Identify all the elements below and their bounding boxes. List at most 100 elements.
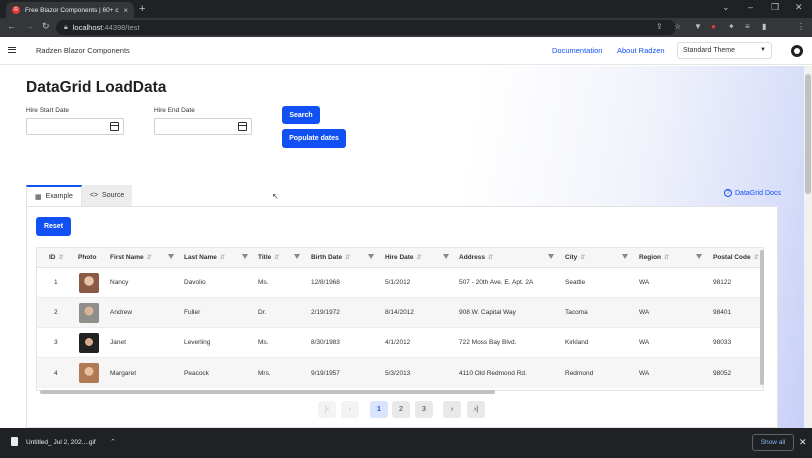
minimize-icon[interactable]: – (748, 2, 753, 12)
documentation-link[interactable]: Documentation (552, 46, 602, 55)
hamburger-menu-icon[interactable] (8, 47, 16, 53)
cell-birth-date: 8/30/1983 (311, 339, 340, 346)
table-row[interactable]: 4 Margaret Peacock Mrs. 9/19/1957 5/3/20… (37, 358, 763, 388)
table-row[interactable]: 3 Janet Leverling Ms. 8/30/1983 4/1/2012… (37, 328, 763, 358)
about-radzen-link[interactable]: About Radzen (617, 46, 665, 55)
cell-last-name: Fuller (184, 309, 201, 316)
column-header-region[interactable]: Region ⇵ (639, 248, 669, 267)
cell-city: Seattle (565, 279, 586, 286)
download-filename[interactable]: Untitled_ Jul 2, 202....gif (26, 439, 96, 446)
back-icon[interactable]: ← (7, 21, 16, 31)
reload-icon[interactable]: ↻ (42, 21, 50, 32)
column-header-address[interactable]: Address ⇵ (459, 248, 493, 267)
filter-icon[interactable] (368, 254, 374, 259)
column-header-birth-date[interactable]: Birth Date ⇵ (311, 248, 350, 267)
more-menu-icon[interactable]: ⋮ (797, 22, 805, 31)
grid-icon: ▦ (35, 193, 42, 201)
datagrid-docs-link[interactable]: ? DataGrid Docs (724, 189, 781, 197)
tab-example[interactable]: ▦ Example (26, 185, 82, 206)
populate-dates-button[interactable]: Populate dates (282, 129, 346, 148)
record-extension-icon[interactable]: ● (711, 22, 716, 31)
site-info-icon[interactable]: 🔒︎ (64, 24, 68, 32)
next-page-button[interactable]: › (443, 401, 461, 418)
filter-icon[interactable] (696, 254, 702, 259)
example-tabs: ▦ Example <> Source (26, 185, 133, 206)
table-row[interactable]: 2 Andrew Fuller Dr. 2/19/1972 8/14/2012 … (37, 298, 763, 328)
employee-photo (79, 272, 99, 293)
last-page-button[interactable]: ›| (467, 401, 485, 418)
chevron-up-icon[interactable]: ⌃ (110, 438, 116, 446)
cell-postal-code: 98401 (713, 309, 732, 316)
vue-extension-icon[interactable]: ▼ (694, 22, 702, 31)
browser-tab-strip: R Free Blazor Components | 60+ c × + ⌄ –… (0, 0, 812, 18)
column-header-hire-date[interactable]: Hire Date ⇵ (385, 248, 422, 267)
grid-header-row: ID ⇵ Photo First Name ⇵ Last Name ⇵ Title ⇵ … (37, 248, 763, 268)
column-header-title[interactable]: Title ⇵ (258, 248, 279, 267)
app-header: Radzen Blazor Components Documentation A… (0, 37, 812, 65)
page-3-button[interactable]: 3 (415, 401, 433, 418)
media-queue-icon[interactable]: ≡ (745, 22, 750, 31)
github-icon[interactable] (791, 45, 803, 57)
column-header-city[interactable]: City ⇵ (565, 248, 585, 267)
cell-city: Tacoma (565, 309, 588, 316)
filter-icon[interactable] (168, 254, 174, 259)
cell-hire-date: 5/1/2012 (385, 279, 411, 286)
page-1-button[interactable]: 1 (370, 401, 388, 418)
column-header-id[interactable]: ID ⇵ (49, 248, 64, 267)
tab-source[interactable]: <> Source (81, 185, 133, 206)
cell-region: WA (639, 369, 650, 377)
cell-birth-date: 9/19/1957 (311, 369, 340, 377)
cell-id: 4 (54, 369, 58, 377)
close-window-icon[interactable]: ✕ (795, 2, 803, 13)
column-header-photo[interactable]: Photo (78, 248, 96, 267)
cell-address: 4110 Old Redmond Rd. (459, 369, 527, 377)
browser-tab[interactable]: R Free Blazor Components | 60+ c × (6, 2, 134, 18)
grid-vertical-scrollbar[interactable] (760, 250, 764, 385)
show-all-button[interactable]: Show all (752, 434, 794, 451)
side-panel-icon[interactable]: ▮ (762, 22, 766, 31)
column-header-last-name[interactable]: Last Name ⇵ (184, 248, 225, 267)
cell-region: WA (639, 339, 650, 346)
previous-page-button[interactable]: ‹ (341, 401, 359, 418)
table-row[interactable]: 1 Nancy Davolio Ms. 12/8/1968 5/1/2012 5… (37, 268, 763, 298)
filter-icon[interactable] (294, 254, 300, 259)
page-2-button[interactable]: 2 (392, 401, 410, 418)
help-circle-icon: ? (724, 189, 732, 197)
close-icon[interactable]: ✕ (799, 437, 807, 448)
calendar-icon[interactable] (110, 122, 119, 131)
tab-example-label: Example (45, 193, 73, 200)
bookmark-star-icon[interactable]: ☆ (674, 22, 681, 31)
column-header-first-name[interactable]: First Name ⇵ (110, 248, 152, 267)
column-header-postal-code[interactable]: Postal Code ⇵ (713, 248, 759, 267)
hire-start-date-picker[interactable] (26, 118, 124, 135)
first-page-button[interactable]: |‹ (318, 401, 336, 418)
filter-icon[interactable] (548, 254, 554, 259)
filter-icon[interactable] (242, 254, 248, 259)
search-button[interactable]: Search (282, 106, 320, 124)
mouse-cursor-icon: ↖ (272, 192, 279, 201)
theme-select[interactable]: Standard Theme ▼ (677, 42, 772, 59)
page-scrollbar[interactable] (804, 66, 812, 428)
cell-title: Ms. (258, 339, 269, 346)
new-tab-icon[interactable]: + (139, 3, 145, 15)
address-bar[interactable]: 🔒︎ localhost:44398/test (56, 20, 676, 35)
radzen-favicon-icon: R (12, 6, 20, 14)
url-host: localhost (72, 23, 103, 32)
share-icon[interactable]: ⇪ (656, 22, 663, 31)
restore-icon[interactable]: ❐ (771, 2, 779, 13)
filter-icon[interactable] (443, 254, 449, 259)
cell-title: Ms. (258, 279, 269, 286)
page-scrollbar-thumb[interactable] (805, 74, 811, 194)
tab-search-icon[interactable]: ⌄ (722, 2, 730, 13)
close-tab-icon[interactable]: × (123, 6, 128, 15)
hire-end-date-picker[interactable] (154, 118, 252, 135)
grid-horizontal-scrollbar[interactable] (40, 390, 495, 394)
calendar-icon[interactable] (238, 122, 247, 131)
cell-hire-date: 8/14/2012 (385, 309, 414, 316)
extensions-puzzle-icon[interactable]: ✦ (728, 22, 735, 31)
filter-icon[interactable] (622, 254, 628, 259)
cell-postal-code: 98033 (713, 339, 732, 346)
cell-first-name: Andrew (110, 309, 133, 316)
forward-icon[interactable]: → (25, 21, 34, 31)
reset-button[interactable]: Reset (36, 217, 71, 236)
